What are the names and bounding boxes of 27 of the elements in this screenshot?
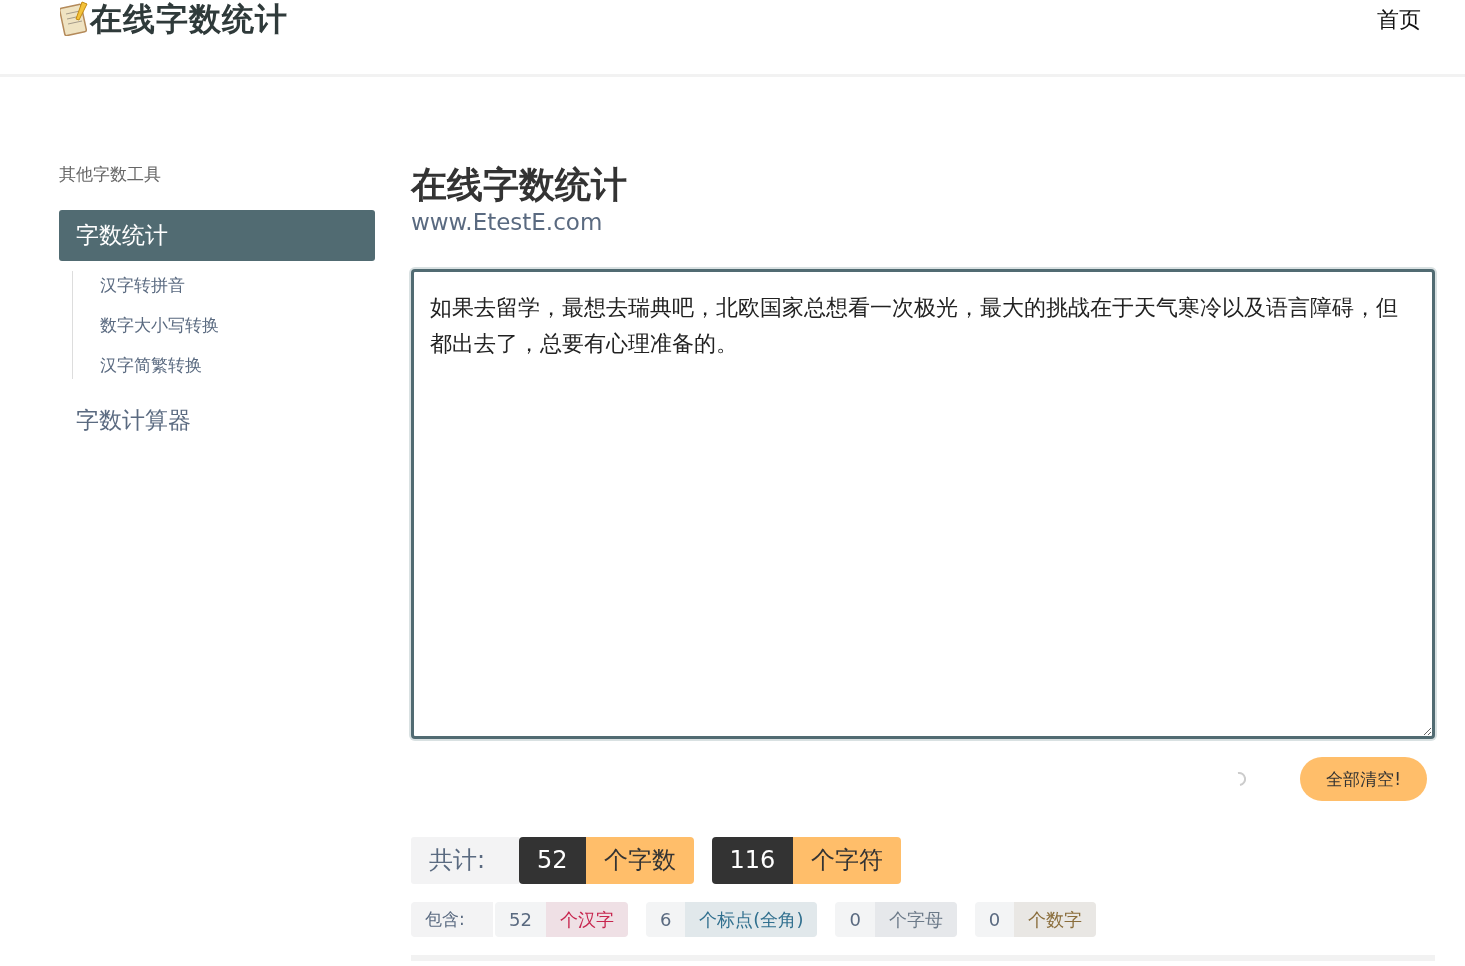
count-value: 6 [658,908,673,932]
count-value: 52 [508,908,533,932]
sidebar-title: 其他字数工具 [59,163,162,186]
sidebar-item[interactable]: 字数统计 [59,210,375,261]
site-url: www.EtestE.com [411,209,604,235]
text-input-field[interactable]: 如果去留学，最想去瑞典吧，北欧国家总想看一次极光，最大的挑战在于天气寒冷以及语言障碍，但都出去了，总要有心理准备的。 [411,269,1435,739]
nav-link[interactable]: 首页 [1377,7,1421,32]
total-label: 共计: [411,837,519,884]
sidebar-item[interactable]: 字数计算器 [59,395,375,446]
count-unit: 个标点(全角) [685,902,818,937]
count-unit: 个汉字 [545,902,628,937]
count-value: 116 [711,837,794,884]
count-unit: 个数字 [1014,902,1097,937]
count-unit: 个字数 [585,837,694,884]
sidebar-subitem[interactable]: 汉字简繁转换 [100,355,375,375]
sidebar-subitem[interactable]: 数字大小写转换 [100,315,375,335]
logo-text[interactable]: 在线字数统计 [90,0,288,40]
clear-all-button[interactable]: 全部清空! [1300,757,1427,801]
page-title: 在线字数统计 [411,163,628,207]
count-value: 52 [519,837,586,884]
sidebar-subitem[interactable]: 汉字转拼音 [100,275,375,295]
contains-label: 包含: [411,902,493,937]
count-value: 0 [848,908,862,932]
count-unit: 个字符 [793,837,902,884]
notebook-pencil-icon [60,0,90,36]
count-unit: 个字母 [874,902,957,937]
count-value: 0 [987,908,1002,932]
